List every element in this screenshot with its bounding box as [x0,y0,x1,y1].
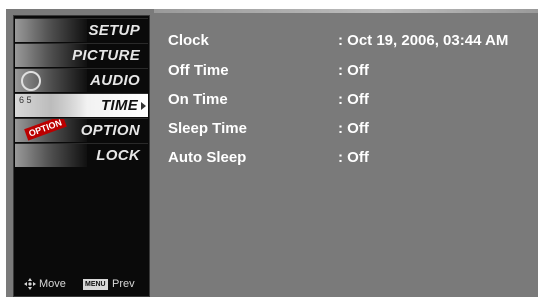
speaker-cone-decoration [21,71,41,91]
menu-sidebar: SETUP PICTURE AUDIO 6 5 TIME OPTION OPTI… [13,15,150,297]
menu-item-label: TIME [100,97,138,114]
setting-key: On Time [168,91,228,108]
chevron-right-icon [141,102,146,110]
setting-value: : Oct 19, 2006, 03:44 AM [338,32,509,49]
menu-item-time[interactable]: 6 5 TIME [15,93,148,117]
lock-icon [15,144,87,167]
setting-value: : Off [338,91,369,108]
menu-item-option[interactable]: OPTION OPTION [15,118,148,142]
setting-key: Off Time [168,62,229,79]
move-hint-label: Move [39,278,66,290]
clock-digits-decoration: 6 5 [19,95,32,105]
setting-key: Sleep Time [168,120,247,137]
clock-icon: 6 5 [15,94,87,117]
setting-value: : Off [338,149,369,166]
nav-hint-footer: Move MENU Prev [22,278,147,292]
menu-item-setup[interactable]: SETUP [15,18,148,42]
option-badge-decoration: OPTION [24,119,67,141]
menu-item-label: PICTURE [72,47,140,64]
speaker-icon [15,69,87,92]
option-badge-icon: OPTION [15,119,87,142]
tv-osd-screen: SETUP PICTURE AUDIO 6 5 TIME OPTION OPTI… [6,9,538,297]
menu-item-label: AUDIO [90,72,140,89]
menu-key-icon: MENU [83,279,108,290]
setting-key: Clock [168,32,209,49]
setting-value: : Off [338,120,369,137]
menu-item-label: SETUP [88,22,140,39]
satellite-dish-icon [15,19,87,42]
prev-hint-label: Prev [112,278,135,290]
setting-value: : Off [338,62,369,79]
move-arrows-icon [24,278,36,290]
menu-item-label: OPTION [80,122,140,139]
menu-item-audio[interactable]: AUDIO [15,68,148,92]
setting-key: Auto Sleep [168,149,247,166]
menu-item-picture[interactable]: PICTURE [15,43,148,67]
menu-item-label: LOCK [96,147,140,164]
top-divider [154,9,538,13]
menu-item-lock[interactable]: LOCK [15,143,148,167]
